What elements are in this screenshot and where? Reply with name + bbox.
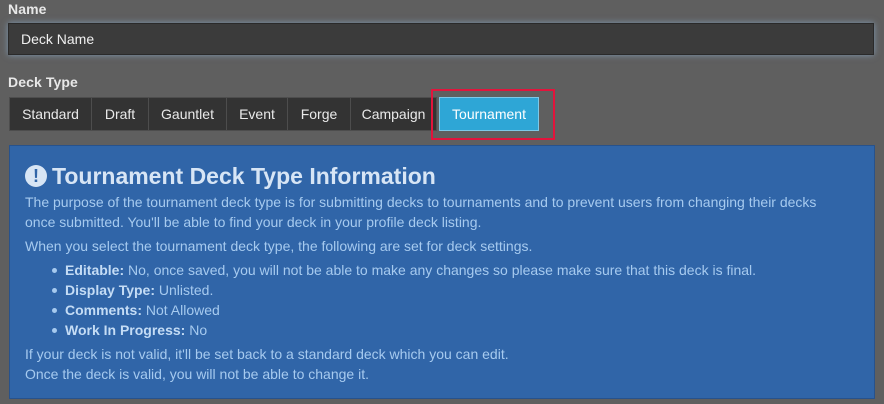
deck-type-standard-button[interactable]: Standard <box>9 97 92 131</box>
list-item: Editable: No, once saved, you will not b… <box>52 260 874 280</box>
setting-key: Editable: <box>65 262 125 278</box>
tournament-info-panel: ! Tournament Deck Type Information The p… <box>9 145 875 399</box>
info-title-text: Tournament Deck Type Information <box>52 163 436 189</box>
setting-key: Work In Progress: <box>65 322 186 338</box>
setting-key: Comments: <box>65 302 143 318</box>
deck-type-gauntlet-button[interactable]: Gauntlet <box>149 97 227 131</box>
info-settings-intro: When you select the tournament deck type… <box>25 238 533 254</box>
deck-type-campaign-button[interactable]: Campaign <box>351 97 437 131</box>
name-label: Name <box>8 1 47 17</box>
info-footer-1: If your deck is not valid, it'll be set … <box>25 346 509 362</box>
deck-type-tournament-button[interactable]: Tournament <box>439 97 539 131</box>
exclamation-circle-icon: ! <box>25 165 47 187</box>
setting-value: No, once saved, you will not be able to … <box>124 262 757 278</box>
info-intro: The purpose of the tournament deck type … <box>25 194 817 230</box>
list-item: Comments: Not Allowed <box>52 300 874 320</box>
deck-type-forge-button[interactable]: Forge <box>288 97 351 131</box>
deck-type-selector: Standard Draft Gauntlet Event Forge Camp… <box>9 97 539 131</box>
deck-type-draft-button[interactable]: Draft <box>92 97 149 131</box>
setting-key: Display Type: <box>65 282 155 298</box>
list-item: Display Type: Unlisted. <box>52 280 874 300</box>
deck-type-event-button[interactable]: Event <box>227 97 288 131</box>
setting-value: Unlisted. <box>155 282 214 298</box>
info-title: ! Tournament Deck Type Information <box>25 162 874 190</box>
info-footer-2: Once the deck is valid, you will not be … <box>25 366 369 382</box>
setting-value: Not Allowed <box>142 302 220 318</box>
deck-type-label: Deck Type <box>8 74 78 90</box>
setting-value: No <box>185 322 208 338</box>
list-item: Work In Progress: No <box>52 320 874 340</box>
settings-list: Editable: No, once saved, you will not b… <box>25 260 874 340</box>
deck-name-input[interactable] <box>8 23 874 55</box>
